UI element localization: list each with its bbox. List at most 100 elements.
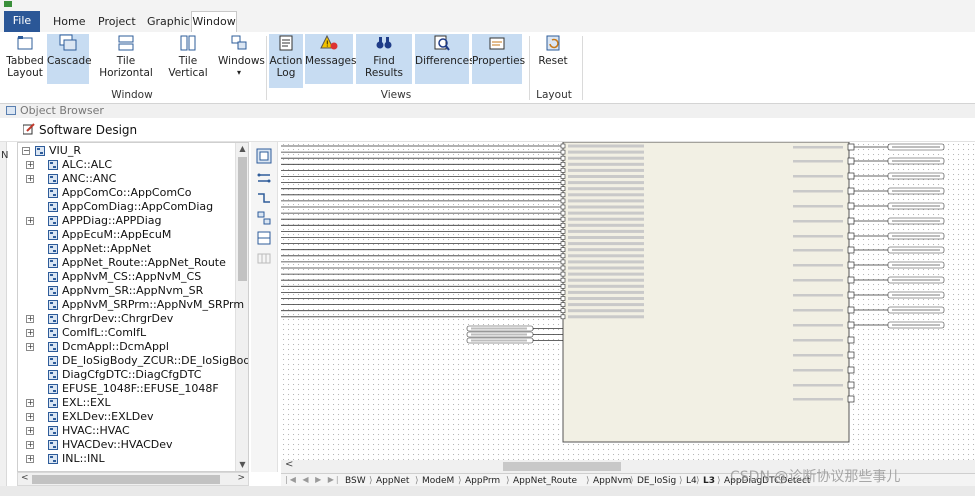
differences-button[interactable]: Differences: [415, 34, 475, 84]
expand-icon[interactable]: +: [26, 455, 34, 463]
tree-item-label: DiagCfgDTC::DiagCfgDTC: [62, 368, 202, 381]
tree-item[interactable]: + APPDiag::APPDiag: [18, 214, 236, 228]
scroll-down-icon[interactable]: ▼: [238, 460, 247, 470]
component-icon: [48, 230, 58, 240]
route-icon[interactable]: [256, 190, 272, 206]
expand-icon[interactable]: +: [26, 161, 34, 169]
tree-item[interactable]: AppComDiag::AppComDiag: [18, 200, 236, 214]
watermark: CSDN @诊断协议那些事儿: [730, 469, 901, 485]
port-label: [892, 249, 940, 251]
port-label: [793, 294, 843, 297]
tree-item[interactable]: AppNvM_SRPrm::AppNvM_SRPrm: [18, 298, 244, 312]
object-browser-title: Object Browser: [20, 104, 104, 117]
scroll-left-icon[interactable]: <: [21, 473, 29, 483]
tree-item[interactable]: EFUSE_1048F::EFUSE_1048F: [18, 382, 236, 396]
scrollbar-thumb[interactable]: [238, 157, 247, 281]
find-results-button[interactable]: Find Results: [356, 34, 412, 84]
tree-item-label: INL::INL: [62, 452, 105, 465]
tile-vertical-button[interactable]: Tile Vertical: [162, 34, 214, 79]
tab-home[interactable]: Home: [53, 12, 85, 32]
tree-item[interactable]: + EXLDev::EXLDev: [18, 410, 236, 424]
tile-horizontal-button[interactable]: Tile Horizontal: [94, 34, 158, 79]
cascade-button[interactable]: Cascade: [47, 34, 92, 84]
connector-icon[interactable]: [256, 170, 272, 186]
expand-icon[interactable]: +: [26, 441, 34, 449]
binoculars-icon: [376, 37, 392, 49]
tab-graphic[interactable]: Graphic: [147, 12, 190, 32]
component-icon: [48, 384, 58, 394]
tree-item-label: HVAC::HVAC: [62, 424, 130, 437]
expand-icon[interactable]: +: [26, 343, 34, 351]
tree-item[interactable]: AppComCo::AppComCo: [18, 186, 236, 200]
tabbed-layout-button[interactable]: Tabbed Layout: [6, 34, 44, 79]
tree-item[interactable]: + DcmAppl::DcmAppl: [18, 340, 236, 354]
tree-item[interactable]: + ALC::ALC: [18, 158, 236, 172]
tree-item[interactable]: AppNet_Route::AppNet_Route: [18, 256, 236, 270]
tree-item[interactable]: + EXL::EXL: [18, 396, 236, 410]
windows-icon: [231, 35, 247, 50]
action-log-button[interactable]: Action Log: [269, 34, 303, 88]
output-port: [847, 172, 855, 180]
tree-item[interactable]: − VIU_R: [18, 144, 236, 158]
tree-item[interactable]: AppNet::AppNet: [18, 242, 236, 256]
windows-dropdown-icon: ▾: [236, 68, 241, 77]
output-port: [847, 232, 855, 240]
windows-button[interactable]: Windows ▾: [218, 34, 265, 79]
align-icon[interactable]: [256, 210, 272, 226]
tree-item[interactable]: AppNvM_CS::AppNvM_CS: [18, 270, 236, 284]
tree-horizontal-scrollbar[interactable]: < >: [17, 472, 249, 486]
tab-file[interactable]: File: [4, 11, 40, 32]
scroll-right-icon[interactable]: >: [237, 473, 245, 483]
expand-icon[interactable]: +: [26, 315, 34, 323]
expand-icon[interactable]: +: [26, 399, 34, 407]
reset-button[interactable]: Reset: [536, 34, 570, 67]
output-port: [847, 202, 855, 210]
port-label: [793, 175, 843, 178]
tree-item[interactable]: DiagCfgDTC::DiagCfgDTC: [18, 368, 236, 382]
port-label: [793, 339, 843, 342]
component-icon: [48, 216, 58, 226]
tree-item[interactable]: + ChrgrDev::ChrgrDev: [18, 312, 236, 326]
expand-icon[interactable]: +: [26, 329, 34, 337]
tree-item[interactable]: AppEcuM::AppEcuM: [18, 228, 236, 242]
tree-item[interactable]: DE_IoSigBody_ZCUR::DE_IoSigBody_Z: [18, 354, 248, 368]
tree-item[interactable]: + HVAC::HVAC: [18, 424, 236, 438]
properties-icon: [489, 37, 505, 50]
tree-item[interactable]: + INL::INL: [18, 452, 236, 466]
input-port: [560, 174, 566, 179]
tree-item[interactable]: + ComIfL::ComIfL: [18, 326, 236, 340]
collapse-icon[interactable]: −: [22, 147, 30, 155]
output-port: [847, 395, 855, 403]
expand-icon[interactable]: +: [26, 175, 34, 183]
output-port: [847, 366, 855, 374]
port-label: [568, 211, 644, 215]
layout-icon[interactable]: [256, 230, 272, 246]
scroll-left-icon[interactable]: <: [285, 459, 293, 470]
properties-button[interactable]: Properties: [472, 34, 525, 84]
tab-window[interactable]: Window: [191, 11, 237, 32]
input-port: [560, 308, 566, 313]
diagram-canvas[interactable]: [281, 142, 975, 460]
port-label: [568, 303, 644, 307]
expand-icon[interactable]: +: [26, 427, 34, 435]
tree-item-label: EFUSE_1048F::EFUSE_1048F: [62, 382, 219, 395]
scroll-up-icon[interactable]: ▲: [238, 144, 247, 154]
scrollbar-thumb[interactable]: [503, 462, 621, 471]
expand-icon[interactable]: +: [26, 413, 34, 421]
object-browser-icon: [6, 106, 16, 115]
fit-view-icon[interactable]: [256, 148, 272, 164]
input-port: [560, 186, 566, 192]
tree-item[interactable]: + HVACDev::HVACDev: [18, 438, 236, 452]
component-icon: [48, 286, 58, 296]
scrollbar-thumb[interactable]: [32, 475, 220, 484]
tab-project[interactable]: Project: [98, 12, 136, 32]
input-port: [560, 277, 566, 283]
tree-item[interactable]: AppNvm_SR::AppNvm_SR: [18, 284, 236, 298]
group-label-views: Views: [380, 89, 412, 101]
status-bar: [0, 486, 975, 496]
tree-item[interactable]: + ANC::ANC: [18, 172, 236, 186]
tab-navigation-arrows[interactable]: |◀ ◀ ▶ ▶|: [285, 475, 341, 484]
expand-icon[interactable]: +: [26, 217, 34, 225]
messages-button[interactable]: ! Messages: [305, 34, 357, 84]
component-icon: [48, 398, 58, 408]
